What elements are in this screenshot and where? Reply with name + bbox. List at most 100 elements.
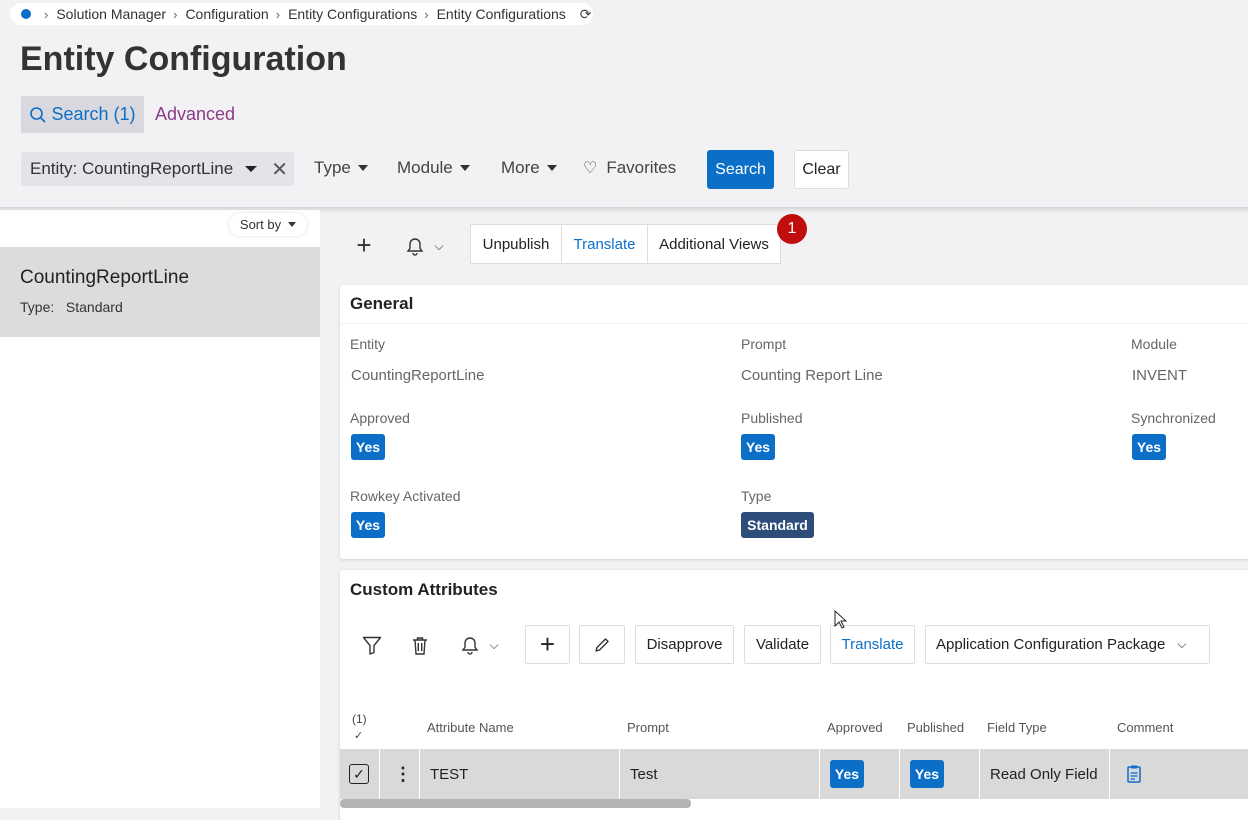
chevron-down-icon: ⌵ — [489, 637, 499, 652]
divider — [819, 749, 820, 799]
entity-filter[interactable]: Entity: CountingReportLine ✕ — [21, 152, 294, 186]
type-filter[interactable]: Type — [314, 158, 368, 178]
bell-icon — [462, 636, 479, 655]
row-checkbox[interactable]: ✓ — [349, 764, 369, 784]
tab-search-label: Search (1) — [51, 104, 136, 124]
notifications-menu[interactable]: ⌵ — [401, 234, 449, 258]
column-header-published[interactable]: Published — [907, 720, 964, 735]
rowkey-activated-badge: Yes — [351, 512, 385, 538]
favorites-button[interactable]: ♡ Favorites — [583, 158, 676, 178]
column-header-prompt[interactable]: Prompt — [627, 720, 669, 735]
search-icon — [30, 106, 47, 123]
translate-button[interactable]: Translate — [561, 224, 648, 264]
divider — [979, 749, 980, 799]
column-header-comment[interactable]: Comment — [1117, 720, 1173, 735]
cell-published-badge: Yes — [910, 760, 944, 788]
breadcrumb-item-solution-manager[interactable]: Solution Manager — [56, 6, 166, 22]
filter-icon[interactable] — [360, 634, 384, 656]
prompt-label: Prompt — [741, 336, 787, 352]
chevron-right-icon: › — [275, 6, 281, 22]
caret-down-icon[interactable] — [245, 166, 258, 172]
comment-icon[interactable] — [1127, 765, 1141, 788]
breadcrumb-item-configuration[interactable]: Configuration — [185, 6, 268, 22]
add-icon[interactable]: + — [525, 625, 570, 664]
cell-field-type: Read Only Field — [990, 766, 1098, 783]
favorites-label: Favorites — [606, 158, 677, 177]
edit-icon[interactable] — [579, 625, 625, 664]
custom-attributes-title: Custom Attributes — [350, 580, 498, 599]
synchronized-badge: Yes — [1132, 434, 1166, 460]
divider — [619, 749, 620, 799]
refresh-icon[interactable]: ⟳ — [580, 6, 592, 23]
search-button[interactable]: Search — [707, 150, 774, 189]
list-item[interactable] — [0, 247, 320, 337]
unpublish-button[interactable]: Unpublish — [470, 224, 562, 264]
column-header-field-type[interactable]: Field Type — [987, 720, 1047, 735]
column-header-attribute-name[interactable]: Attribute Name — [427, 720, 514, 735]
sort-by-button[interactable]: Sort by — [229, 213, 307, 236]
general-title: General — [350, 294, 414, 313]
type-filter-label: Type — [314, 158, 351, 177]
cell-approved-badge: Yes — [830, 760, 864, 788]
chevron-right-icon: › — [173, 6, 178, 22]
validate-button[interactable]: Validate — [744, 625, 821, 664]
horizontal-scrollbar[interactable] — [340, 799, 691, 808]
list-item-title[interactable]: CountingReportLine — [20, 267, 189, 289]
clear-button[interactable]: Clear — [794, 150, 849, 189]
row-menu-icon[interactable]: ⋮ — [394, 764, 412, 785]
caret-down-icon — [459, 165, 470, 171]
list-item-type-value: Standard — [65, 299, 123, 315]
divider — [419, 749, 420, 799]
cell-attribute-name: TEST — [430, 766, 469, 783]
page-title: Entity Configuration — [20, 40, 347, 78]
additional-views-button[interactable]: Additional Views — [647, 224, 781, 264]
table-row[interactable] — [340, 749, 1248, 799]
more-filter[interactable]: More — [501, 158, 557, 178]
tab-search[interactable]: Search (1) — [21, 96, 144, 133]
disapprove-button[interactable]: Disapprove — [635, 625, 734, 664]
add-icon[interactable]: + — [352, 230, 376, 260]
synchronized-label: Synchronized — [1131, 410, 1216, 426]
select-all-check-icon[interactable]: ✓ — [354, 729, 363, 742]
entity-filter-label: Entity: CountingReportLine — [30, 159, 234, 178]
module-filter-label: Module — [397, 158, 453, 177]
chevron-down-icon: ⌵ — [434, 238, 444, 253]
type-label: Type — [741, 488, 772, 504]
breadcrumb-item-current: Entity Configurations — [436, 6, 566, 22]
heart-icon: ♡ — [583, 160, 598, 177]
translate-button[interactable]: Translate — [830, 625, 915, 664]
notification-badge: 1 — [777, 214, 807, 244]
module-filter[interactable]: Module — [397, 158, 470, 178]
entity-label: Entity — [350, 336, 386, 352]
chevron-down-icon: ⌵ — [1177, 637, 1187, 651]
divider — [340, 323, 1248, 324]
module-value: INVENT — [1132, 367, 1188, 384]
approved-label: Approved — [350, 410, 410, 426]
published-badge: Yes — [741, 434, 775, 460]
breadcrumb-item-entity-configurations[interactable]: Entity Configurations — [288, 6, 417, 22]
approved-badge: Yes — [351, 434, 385, 460]
package-dropdown-label: Application Configuration Package — [936, 636, 1166, 653]
prompt-value: Counting Report Line — [741, 367, 883, 384]
list-item-type: Type: Standard — [20, 299, 123, 315]
entity-value: CountingReportLine — [351, 367, 485, 384]
list-item-type-label: Type: — [20, 299, 55, 315]
mouse-cursor-icon — [834, 610, 847, 629]
divider — [899, 749, 900, 799]
rowkey-activated-label: Rowkey Activated — [350, 488, 461, 504]
caret-down-icon — [288, 222, 297, 227]
column-header-approved[interactable]: Approved — [827, 720, 883, 735]
chevron-right-icon: › — [44, 6, 49, 22]
caret-down-icon — [357, 165, 368, 171]
published-label: Published — [741, 410, 803, 426]
type-badge: Standard — [741, 512, 814, 538]
delete-icon[interactable] — [408, 634, 432, 656]
notifications-menu[interactable]: ⌵ — [456, 634, 504, 656]
module-label: Module — [1131, 336, 1177, 352]
package-dropdown[interactable]: Application Configuration Package ⌵ — [925, 625, 1210, 664]
divider — [1109, 749, 1110, 799]
more-filter-label: More — [501, 158, 540, 177]
app-home-icon[interactable] — [21, 9, 31, 19]
close-icon[interactable]: ✕ — [271, 157, 288, 182]
tab-advanced[interactable]: Advanced — [155, 104, 235, 125]
